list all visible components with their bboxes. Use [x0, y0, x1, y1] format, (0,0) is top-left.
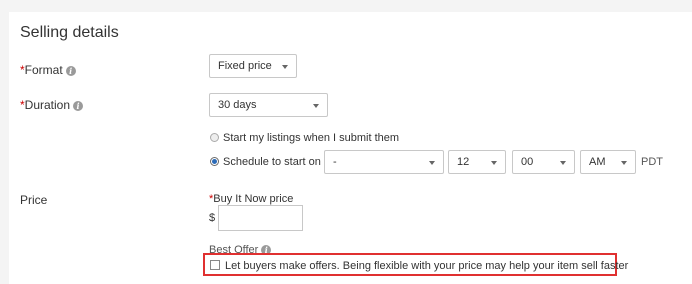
buy-it-now-input[interactable] — [218, 205, 303, 231]
schedule-date-value: - — [333, 156, 337, 168]
schedule-ampm-select[interactable]: AM — [580, 150, 636, 174]
schedule-ampm-value: AM — [589, 156, 606, 168]
duration-selected-value: 30 days — [218, 99, 257, 111]
format-selected-value: Fixed price — [218, 60, 272, 72]
duration-label: Duration — [24, 98, 71, 112]
info-icon[interactable]: i — [73, 101, 84, 111]
chevron-down-icon — [560, 161, 566, 165]
schedule-hour-select[interactable]: 12 — [448, 150, 506, 174]
start-now-label: Start my listings when I submit them — [223, 132, 400, 144]
schedule-option[interactable]: Schedule to start on — [210, 156, 321, 168]
schedule-minute-value: 00 — [521, 156, 534, 168]
start-now-option[interactable]: Start my listings when I submit them — [210, 132, 399, 144]
schedule-hour-value: 12 — [457, 156, 470, 168]
best-offer-checkbox-label: Let buyers make offers. Being flexible w… — [225, 260, 629, 272]
format-label: Format — [24, 63, 63, 77]
schedule-date-select[interactable]: - — [324, 150, 444, 174]
buy-it-now-label: Buy It Now price — [213, 193, 294, 205]
chevron-down-icon — [621, 161, 627, 165]
schedule-radio[interactable] — [210, 157, 219, 166]
format-select[interactable]: Fixed price — [209, 54, 297, 78]
section-title: Selling details — [20, 24, 119, 41]
start-now-radio[interactable] — [210, 133, 219, 142]
price-label: Price — [20, 193, 48, 207]
best-offer-option[interactable]: Let buyers make offers. Being flexible w… — [210, 260, 628, 272]
schedule-label: Schedule to start on — [223, 156, 321, 168]
format-label-row: *Format i — [20, 63, 76, 77]
buy-it-now-label-row: *Buy It Now price — [209, 193, 293, 205]
chevron-down-icon — [429, 161, 435, 165]
chevron-down-icon — [282, 65, 288, 69]
info-icon[interactable]: i — [65, 66, 76, 76]
currency-symbol: $ — [209, 212, 216, 224]
chevron-down-icon — [491, 161, 497, 165]
timezone-label: PDT — [641, 156, 663, 168]
best-offer-checkbox[interactable] — [210, 260, 220, 270]
chevron-down-icon — [313, 104, 319, 108]
schedule-minute-select[interactable]: 00 — [512, 150, 575, 174]
duration-select[interactable]: 30 days — [209, 93, 328, 117]
selling-details-panel — [9, 12, 692, 284]
duration-label-row: *Duration i — [20, 98, 84, 112]
